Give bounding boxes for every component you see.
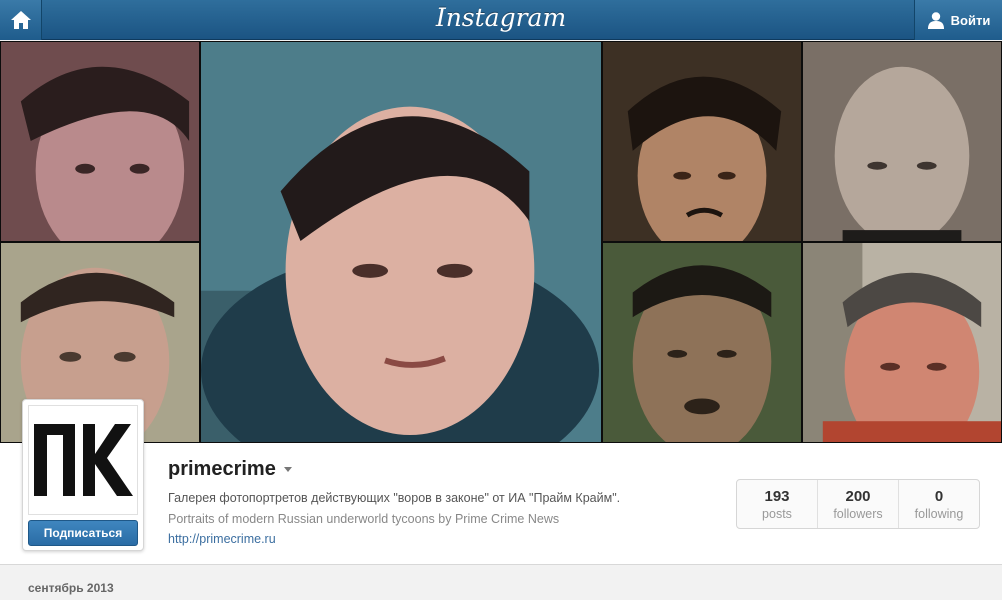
profile-stats: 193 posts 200 followers 0 following bbox=[736, 479, 980, 529]
stat-followers[interactable]: 200 followers bbox=[818, 480, 899, 528]
photo-tile-3[interactable] bbox=[602, 41, 802, 242]
stat-value: 200 bbox=[845, 488, 871, 505]
username-dropdown[interactable]: primecrime bbox=[168, 458, 292, 481]
stat-following[interactable]: 0 following bbox=[899, 480, 979, 528]
caret-down-icon bbox=[283, 467, 292, 472]
primecrime-logo bbox=[34, 424, 133, 496]
stat-value: 0 bbox=[934, 488, 944, 505]
user-icon bbox=[927, 12, 944, 29]
home-icon bbox=[10, 11, 31, 29]
brand-logo: Instagram bbox=[435, 3, 567, 32]
stat-value: 193 bbox=[764, 488, 790, 505]
website-link[interactable]: http://primecrime.ru bbox=[168, 532, 276, 546]
stat-label: following bbox=[914, 507, 964, 521]
stat-label: followers bbox=[833, 507, 883, 521]
top-bar: Instagram Войти bbox=[0, 0, 1002, 40]
stat-posts[interactable]: 193 posts bbox=[737, 480, 818, 528]
login-button[interactable]: Войти bbox=[914, 0, 1002, 40]
feed-month-header: сентябрь 2013 bbox=[28, 581, 114, 595]
avatar-card: Подписаться bbox=[22, 399, 144, 551]
profile-header: Подписаться primecrime Галерея фотопортр… bbox=[0, 399, 1002, 565]
photo-tile-4[interactable] bbox=[802, 41, 1002, 242]
bio-en: Portraits of modern Russian underworld t… bbox=[168, 512, 560, 526]
bio-ru: Галерея фотопортретов действующих "воров… bbox=[168, 491, 621, 505]
photo-tile-featured[interactable] bbox=[200, 41, 602, 443]
photo-tile-6[interactable] bbox=[802, 242, 1002, 443]
subscribe-button[interactable]: Подписаться bbox=[28, 520, 138, 546]
avatar[interactable] bbox=[28, 405, 138, 515]
login-label: Войти bbox=[950, 12, 991, 28]
username: primecrime bbox=[168, 458, 276, 480]
home-button[interactable] bbox=[0, 0, 42, 40]
photo-collage bbox=[0, 41, 1002, 443]
photo-tile-1[interactable] bbox=[0, 41, 200, 242]
stat-label: posts bbox=[762, 507, 792, 521]
photo-tile-5[interactable] bbox=[602, 242, 802, 443]
